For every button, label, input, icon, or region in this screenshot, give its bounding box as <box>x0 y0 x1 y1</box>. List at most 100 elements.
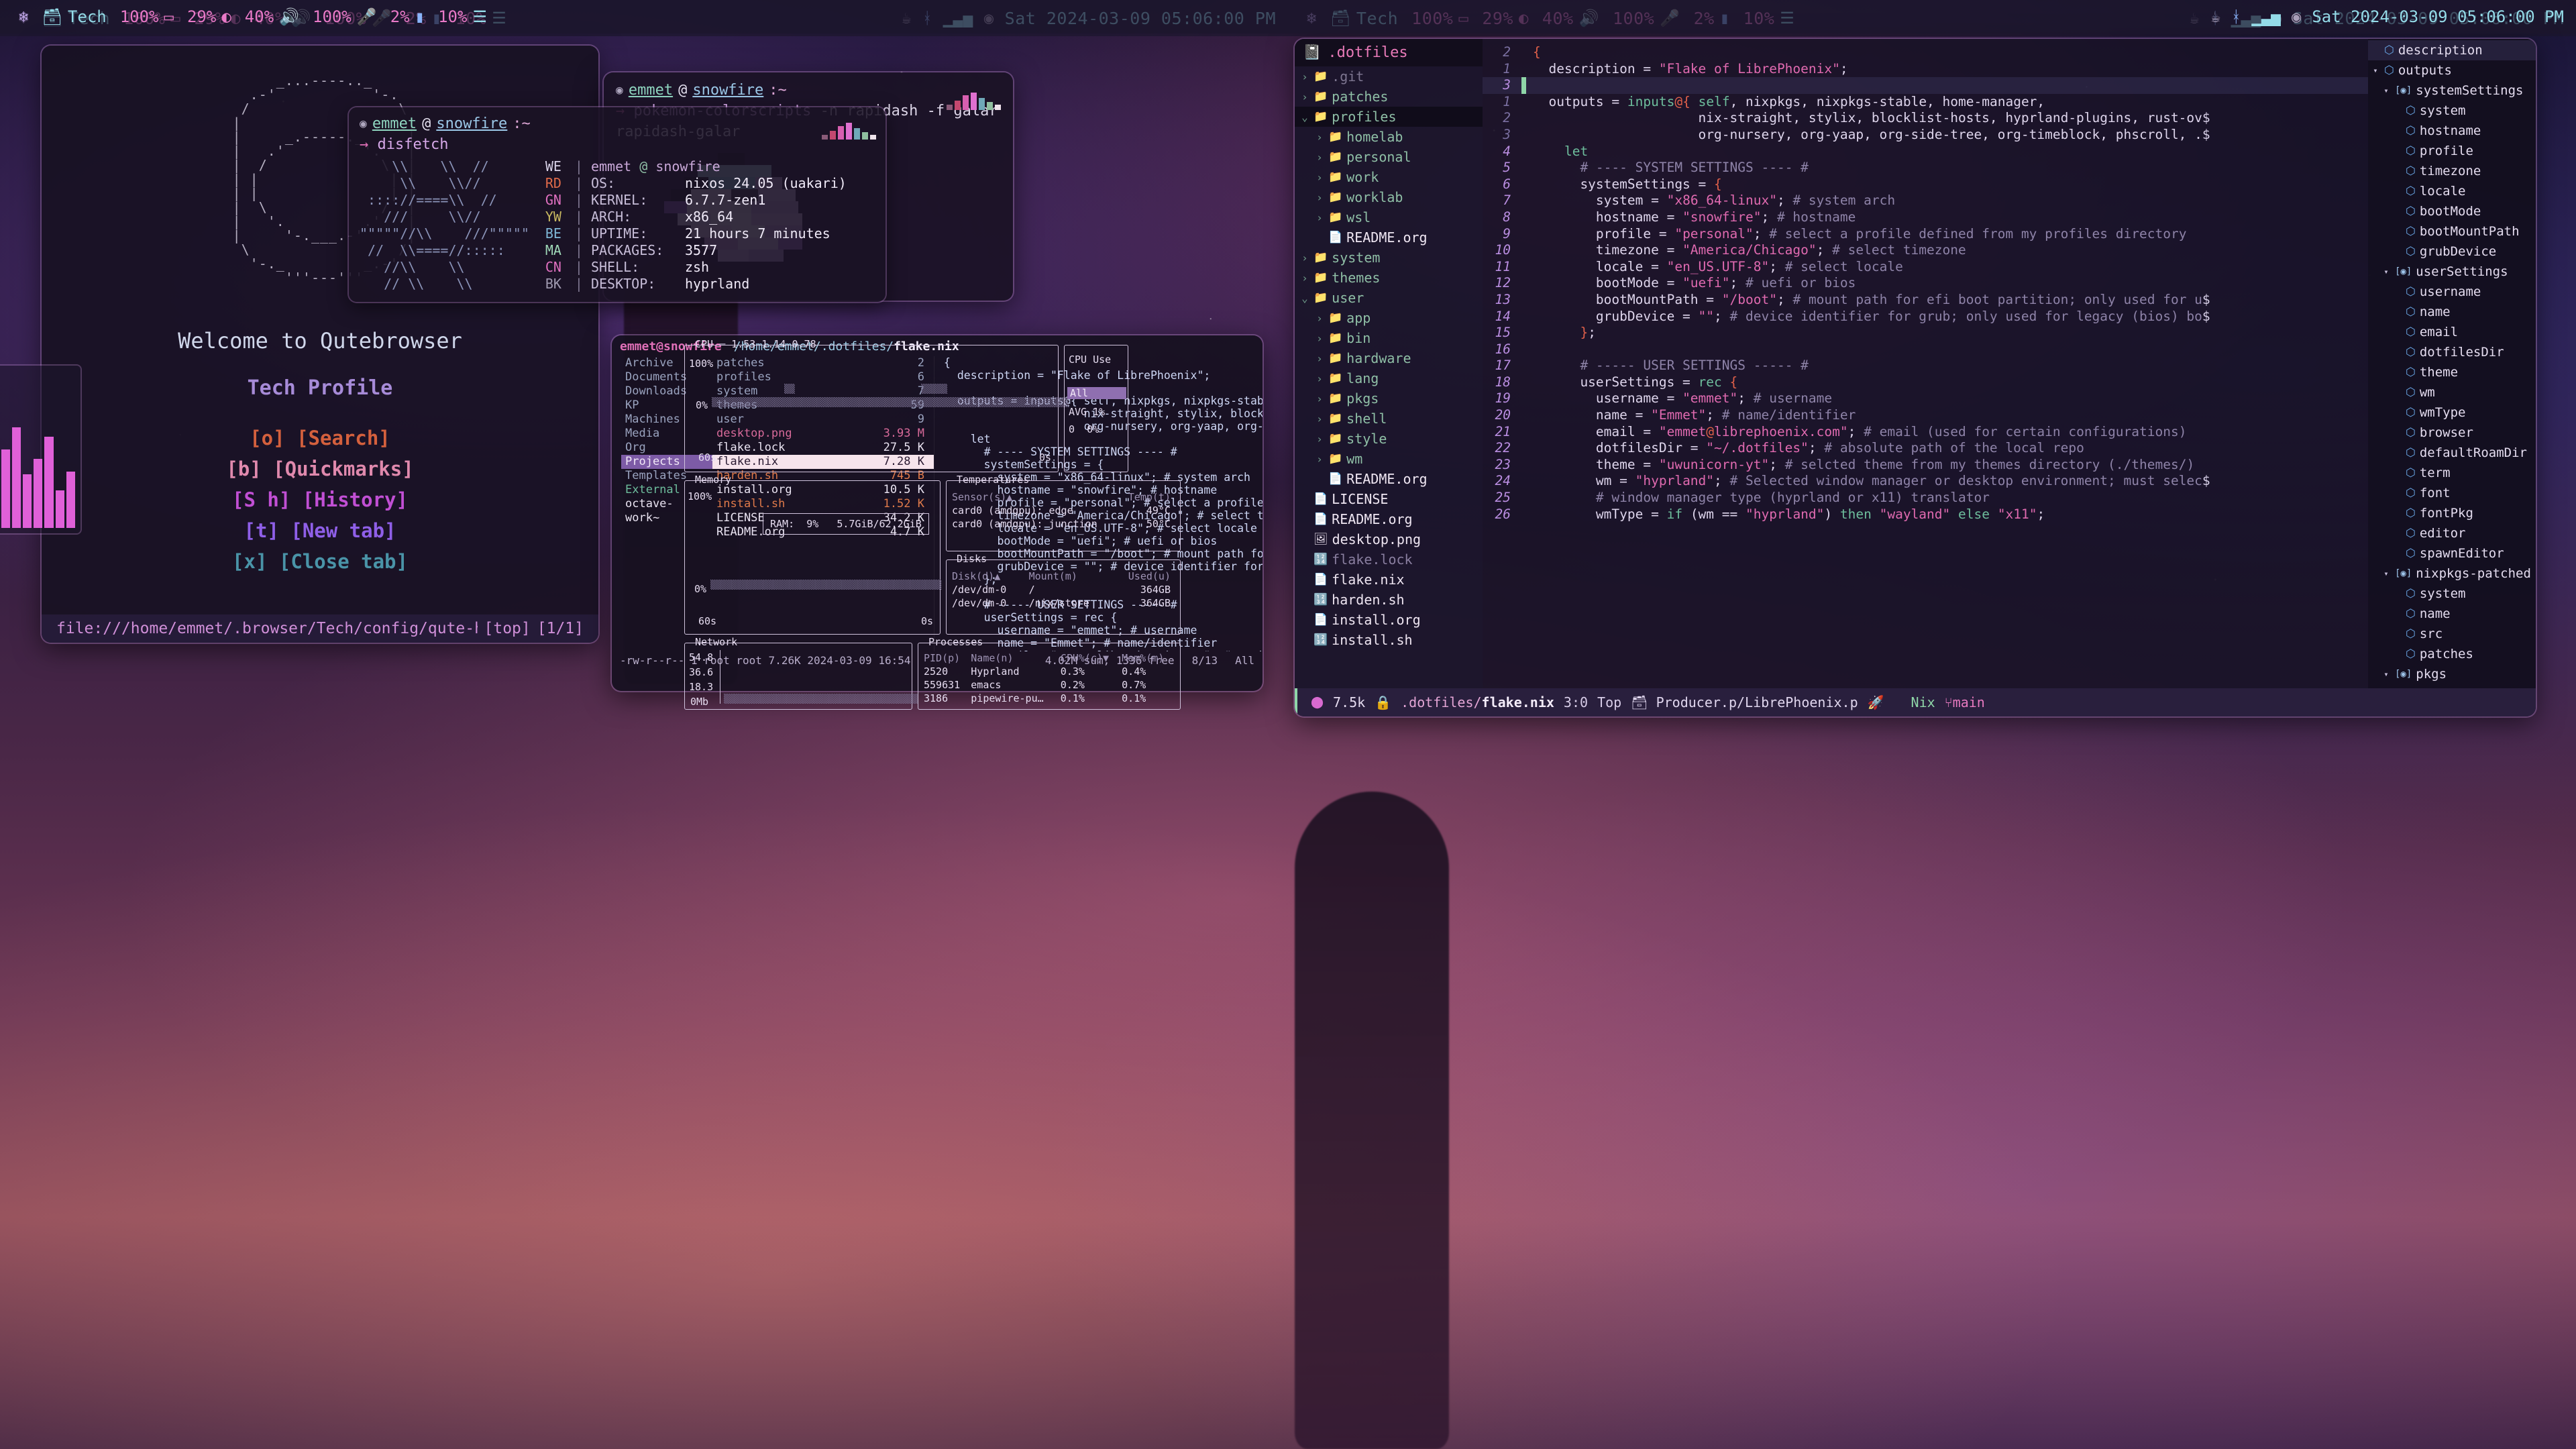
outline-item[interactable]: ⬡ description <box>2368 40 2536 60</box>
outline-item[interactable]: ⬡ name <box>2368 604 2536 624</box>
treemacs-project-header[interactable]: 📓 .dotfiles <box>1295 39 1483 66</box>
treemacs-item[interactable]: › 📁 wm <box>1295 449 1483 469</box>
quick-link-quickmarks[interactable]: [b] [Quickmarks] <box>226 458 413 480</box>
outline-item[interactable]: ⬡ editor <box>2368 523 2536 543</box>
module-microphone-3[interactable]: 100% 🎤 <box>306 7 384 26</box>
outline-item[interactable]: ⬡ dotfilesDir <box>2368 342 2536 362</box>
chevron-icon[interactable]: › <box>1300 252 1309 264</box>
treemacs-item[interactable]: 🔢 install.sh <box>1295 630 1483 650</box>
treemacs-item[interactable]: › 📁 shell <box>1295 409 1483 429</box>
outline-item[interactable]: ⬡ font <box>2368 483 2536 503</box>
outline-item[interactable]: ⬡ browser <box>2368 423 2536 443</box>
chevron-icon[interactable]: › <box>1315 453 1324 466</box>
module-cpu-3[interactable]: 10% ☰ <box>431 7 494 26</box>
btop-cores-all[interactable]: All <box>1067 387 1126 399</box>
chevron-icon[interactable]: › <box>1300 272 1309 284</box>
outline-item[interactable]: ⬡ locale <box>2368 181 2536 201</box>
treemacs-item[interactable]: 🔢 harden.sh <box>1295 590 1483 610</box>
outline-item[interactable]: ▾ [◉] systemSettings <box>2368 80 2536 101</box>
chevron-icon[interactable]: ⌄ <box>1300 292 1309 305</box>
treemacs-item[interactable]: › 📁 work <box>1295 167 1483 187</box>
disc-icon[interactable]: ◉ <box>2292 9 2301 25</box>
outline-item[interactable]: ⬡ wmType <box>2368 402 2536 423</box>
treemacs-item[interactable]: › 📁 .git <box>1295 66 1483 87</box>
table-row[interactable]: 2520 Hyprland 0.3% 0.4% <box>924 665 1176 678</box>
treemacs-item[interactable]: › 📁 patches <box>1295 87 1483 107</box>
treemacs-item[interactable]: 🔢 flake.lock <box>1295 549 1483 570</box>
emacs-outline-sidebar[interactable]: ⬡ description ▾ ⬡ outputs ▾ [◉] systemSettings ⬡… <box>2368 39 2536 688</box>
chevron-icon[interactable]: › <box>1315 151 1324 164</box>
treemacs-item[interactable]: 📄 install.org <box>1295 610 1483 630</box>
outline-item[interactable]: ⬡ theme <box>2368 362 2536 382</box>
outline-item[interactable]: ⬡ bootMountPath <box>2368 221 2536 241</box>
outline-item[interactable]: ⬡ hostname <box>2368 121 2536 141</box>
treemacs-item[interactable]: ⌄ 📁 profiles <box>1295 107 1483 127</box>
quick-link-search[interactable]: [o] [Search] <box>250 427 390 449</box>
quick-link-history[interactable]: [S h] [History] <box>232 488 408 511</box>
outline-item[interactable]: ⬡ patches <box>2368 644 2536 664</box>
chevron-icon[interactable]: › <box>1315 191 1324 204</box>
table-row[interactable]: 559631 emacs 0.2% 0.7% <box>924 678 1176 692</box>
coffee-off-icon[interactable]: ☕ <box>2211 9 2220 25</box>
triangle-icon[interactable]: ▾ <box>2381 669 2391 679</box>
outline-item[interactable]: ⬡ wm <box>2368 382 2536 402</box>
chevron-icon[interactable]: › <box>1315 372 1324 385</box>
module-brightness-3[interactable]: 29% ◐ <box>180 7 238 26</box>
module-nixos-logo-3[interactable]: ❄ <box>12 9 35 25</box>
outline-item[interactable]: ⬡ src <box>2368 624 2536 644</box>
chevron-icon[interactable]: › <box>1315 171 1324 184</box>
emacs-code-buffer[interactable]: 2{1 description = "Flake of LibrePhoenix… <box>1483 39 2368 688</box>
chevron-icon[interactable]: › <box>1315 332 1324 345</box>
table-row[interactable]: 3186 pipewire-pu… 0.1% 0.1% <box>924 692 1176 705</box>
outline-item[interactable]: ⬡ timezone <box>2368 161 2536 181</box>
quick-link-new-tab[interactable]: [t] [New tab] <box>244 519 396 542</box>
outline-item[interactable]: ⬡ term <box>2368 463 2536 483</box>
treemacs-item[interactable]: › 📁 pkgs <box>1295 388 1483 409</box>
outline-item[interactable]: ▾ ⬡ outputs <box>2368 60 2536 80</box>
outline-item[interactable]: ⬡ email <box>2368 322 2536 342</box>
outline-item[interactable]: ⬡ fontPkg <box>2368 503 2536 523</box>
outline-item[interactable]: ⬡ bootMode <box>2368 201 2536 221</box>
chevron-icon[interactable]: › <box>1315 352 1324 365</box>
outline-item[interactable]: ⬡system <box>2368 584 2536 604</box>
chevron-icon[interactable]: › <box>1315 312 1324 325</box>
treemacs-item[interactable]: 🖼 desktop.png <box>1295 529 1483 549</box>
outline-item[interactable]: ⬡system <box>2368 101 2536 121</box>
chevron-icon[interactable]: › <box>1300 91 1309 103</box>
terminal-disfetch-window[interactable]: ◉ emmet @ snowfire:~ → disfetch \\ \\ // \… <box>349 107 885 302</box>
treemacs-item[interactable]: › 📁 system <box>1295 248 1483 268</box>
triangle-icon[interactable]: ▾ <box>2381 267 2391 276</box>
outline-item[interactable]: ⬡ spawnEditor <box>2368 543 2536 564</box>
treemacs-item[interactable]: › 📁 style <box>1295 429 1483 449</box>
treemacs-item[interactable]: › 📁 themes <box>1295 268 1483 288</box>
treemacs-item[interactable]: 📄 README.org <box>1295 227 1483 248</box>
chevron-icon[interactable]: › <box>1315 211 1324 224</box>
quick-link-close-tab[interactable]: [x] [Close tab] <box>232 550 408 573</box>
outline-item[interactable]: ⬡ defaultRoamDir <box>2368 443 2536 463</box>
treemacs-item[interactable]: › 📁 hardware <box>1295 348 1483 368</box>
treemacs-item[interactable]: › 📁 worklab <box>1295 187 1483 207</box>
module-workspace-3[interactable]: 🗃 Tech <box>35 7 113 26</box>
outline-item[interactable]: ▾ [◉] pkgs <box>2368 664 2536 684</box>
chevron-icon[interactable]: › <box>1315 392 1324 405</box>
outline-item[interactable]: ▾ [◉] nixpkgs-patched <box>2368 564 2536 584</box>
treemacs-item[interactable]: 📄 LICENSE <box>1295 489 1483 509</box>
module-battery-3[interactable]: 100% ▭ <box>113 7 180 26</box>
treemacs-item[interactable]: › 📁 app <box>1295 308 1483 328</box>
treemacs-item[interactable]: › 📁 personal <box>1295 147 1483 167</box>
treemacs-item[interactable]: › 📁 bin <box>1295 328 1483 348</box>
bluetooth-icon[interactable]: ᚼ <box>2231 9 2241 25</box>
chevron-icon[interactable]: › <box>1315 413 1324 425</box>
outline-item[interactable]: ⬡ profile <box>2368 141 2536 161</box>
outline-item[interactable]: ⬡ name <box>2368 302 2536 322</box>
module-volume-3[interactable]: 40% 🔊 <box>238 7 306 26</box>
emacs-window[interactable]: 📓 .dotfiles › 📁 .git › 📁 patches ⌄ 📁 profiles › 📁 h… <box>1295 39 2536 716</box>
treemacs-item[interactable]: 📄 flake.nix <box>1295 570 1483 590</box>
treemacs-item[interactable]: 📄 README.org <box>1295 469 1483 489</box>
triangle-icon[interactable]: ▾ <box>2381 86 2391 95</box>
triangle-icon[interactable]: ▾ <box>2371 66 2380 75</box>
outline-item[interactable]: ⬡ username <box>2368 282 2536 302</box>
treemacs-item[interactable]: › 📁 lang <box>1295 368 1483 388</box>
outline-item[interactable]: ⬡ grubDevice <box>2368 241 2536 262</box>
treemacs-item[interactable]: › 📁 wsl <box>1295 207 1483 227</box>
